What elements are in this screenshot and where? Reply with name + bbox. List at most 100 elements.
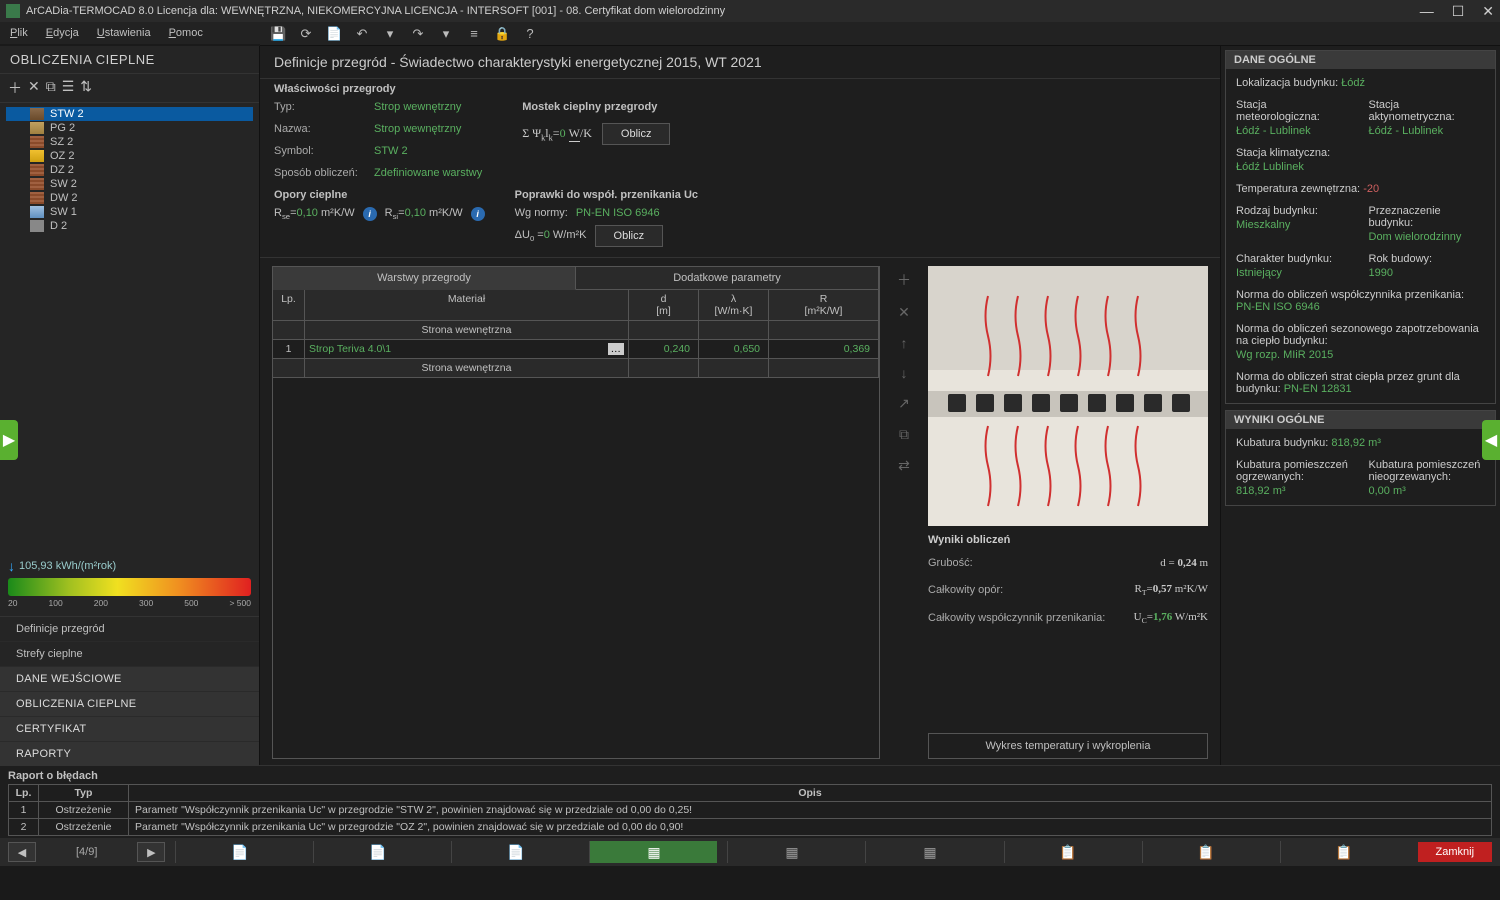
copy-icon[interactable]: ⧉ [46, 78, 56, 98]
sort-icon[interactable]: ⇅ [80, 78, 92, 98]
layer-row-1[interactable]: 1 Strop Teriva 4.0\1 … 0,240 0,650 0,369 [273, 340, 879, 359]
center-title: Definicje przegród - Świadectwo charakte… [260, 46, 1220, 79]
rse-value: Rse=0,10 m²K/W [274, 207, 355, 221]
right-panel: DANE OGÓLNE Lokalizacja budynku: Łódź St… [1220, 46, 1500, 767]
energy-scale: 20 100 200 300 500 > 500 [8, 598, 251, 608]
step-9-button[interactable]: 📋 [1280, 841, 1408, 863]
remove-icon[interactable]: ✕ [28, 78, 40, 98]
menu-file[interactable]: Plik [10, 27, 28, 39]
help-icon[interactable]: ? [522, 26, 538, 42]
pager-bar: ◀ [4/9] ▶ 📄 📄 📄 ▦ ▦ ▦ 📋 📋 📋 Zamknij [0, 838, 1500, 866]
add-layer-icon[interactable]: ＋ [897, 270, 911, 290]
layers-icon[interactable]: ≡ [466, 26, 482, 42]
tree-item-sw1[interactable]: SW 1 [6, 205, 253, 219]
partition-preview [928, 266, 1208, 526]
tab-extra[interactable]: Dodatkowe parametry [576, 267, 879, 290]
nazwa-value[interactable]: Strop wewnętrzny [374, 123, 461, 135]
browse-material-button[interactable]: … [608, 343, 625, 355]
typ-value[interactable]: Strop wewnętrzny [374, 101, 461, 113]
menu-edit[interactable]: Edycja [46, 27, 79, 39]
grubosc-label: Grubość: [928, 557, 1152, 569]
arrow-down-icon: ↓ [8, 558, 15, 574]
props-header: Właściwości przegrody [260, 79, 1220, 95]
step-3-button[interactable]: 📄 [451, 841, 579, 863]
nav-definicje[interactable]: Definicje przegród [0, 617, 259, 642]
error-row[interactable]: 2OstrzeżenieParametr "Współczynnik przen… [9, 819, 1492, 836]
oblicz-mostek-button[interactable]: Oblicz [602, 123, 671, 145]
nav-obliczenia[interactable]: OBLICZENIA CIEPLNE [0, 692, 259, 717]
wyniki-ogolne-header: WYNIKI OGÓLNE [1226, 411, 1495, 429]
document-icon[interactable]: 📄 [326, 26, 342, 42]
nav-strefy[interactable]: Strefy cieplne [0, 642, 259, 667]
step-5-button[interactable]: ▦ [727, 841, 855, 863]
tree-item-pg2[interactable]: PG 2 [6, 121, 253, 135]
lock-icon[interactable]: 🔒 [494, 26, 510, 42]
tree-icon[interactable]: ☰ [62, 78, 75, 98]
close-button[interactable]: ✕ [1482, 3, 1494, 20]
partition-tree: STW 2 PG 2 SZ 2 OZ 2 DZ 2 SW 2 DW 2 SW 1… [0, 103, 259, 550]
oblicz-uc-button[interactable]: Oblicz [595, 225, 664, 247]
layers-panel: Warstwy przegrody Dodatkowe parametry Lp… [272, 266, 880, 759]
layers-header: Lp. Materiał d[m] λ[W/m·K] R[m²K/W] [273, 290, 879, 321]
step-8-button[interactable]: 📋 [1142, 841, 1270, 863]
redo-icon[interactable]: ↷ [410, 26, 426, 42]
tree-item-oz2[interactable]: OZ 2 [6, 149, 253, 163]
next-page-button[interactable]: ▶ [137, 842, 165, 862]
undo-icon[interactable]: ↶ [354, 26, 370, 42]
refresh-icon[interactable]: ⟳ [298, 26, 314, 42]
tree-item-sz2[interactable]: SZ 2 [6, 135, 253, 149]
left-flap[interactable]: ▶ [0, 420, 18, 460]
info-icon[interactable]: i [471, 207, 485, 221]
chart-button[interactable]: Wykres temperatury i wykroplenia [928, 733, 1208, 759]
save-icon[interactable]: 💾 [270, 26, 286, 42]
symbol-value[interactable]: STW 2 [374, 145, 408, 157]
preview-panel: Wyniki obliczeń Grubość:d = 0,24 m Całko… [928, 266, 1208, 759]
nav-raporty[interactable]: RAPORTY [0, 742, 259, 767]
tree-item-dz2[interactable]: DZ 2 [6, 163, 253, 177]
step-4-button[interactable]: ▦ [589, 841, 717, 863]
move-down-icon[interactable]: ↓ [901, 365, 908, 381]
menu-help[interactable]: Pomoc [169, 27, 203, 39]
results-header: Wyniki obliczeń [928, 534, 1208, 546]
wgnormy-value[interactable]: PN-EN ISO 6946 [576, 207, 660, 219]
error-row[interactable]: 1OstrzeżenieParametr "Współczynnik przen… [9, 802, 1492, 819]
col-lp: Lp. [273, 290, 305, 320]
row-inner-bottom: Strona wewnętrzna [273, 359, 879, 378]
settings-layer-icon[interactable]: ⇄ [898, 457, 910, 474]
tree-item-sw2[interactable]: SW 2 [6, 177, 253, 191]
sposob-label: Sposób obliczeń: [274, 167, 364, 179]
tab-layers[interactable]: Warstwy przegrody [273, 267, 576, 290]
tree-item-dw2[interactable]: DW 2 [6, 191, 253, 205]
sposob-value[interactable]: Zdefiniowane warstwy [374, 167, 482, 179]
step-6-button[interactable]: ▦ [865, 841, 993, 863]
right-flap[interactable]: ◀ [1482, 420, 1500, 460]
nav-certyfikat[interactable]: CERTYFIKAT [0, 717, 259, 742]
info-icon[interactable]: i [363, 207, 377, 221]
titlebar: ArCADia-TERMOCAD 8.0 Licencja dla: WEWNĘ… [0, 0, 1500, 22]
maximize-button[interactable]: ☐ [1452, 3, 1465, 20]
add-icon[interactable]: ＋ [8, 78, 22, 98]
prev-page-button[interactable]: ◀ [8, 842, 36, 862]
library-icon[interactable]: ↗ [898, 395, 910, 412]
minimize-button[interactable]: ― [1420, 3, 1434, 20]
nav-dane[interactable]: DANE WEJŚCIOWE [0, 667, 259, 692]
close-app-button[interactable]: Zamknij [1418, 842, 1493, 862]
app-logo [6, 4, 20, 18]
undo-dropdown-icon[interactable]: ▾ [382, 26, 398, 42]
step-1-button[interactable]: 📄 [175, 841, 303, 863]
delete-layer-icon[interactable]: ✕ [898, 304, 910, 321]
redo-dropdown-icon[interactable]: ▾ [438, 26, 454, 42]
properties-block: Typ:Strop wewnętrzny Nazwa:Strop wewnętr… [260, 95, 1220, 185]
du-value: ΔU0 =0 W/m²K [515, 229, 587, 243]
move-up-icon[interactable]: ↑ [901, 335, 908, 351]
tree-item-d2[interactable]: D 2 [6, 219, 253, 233]
symbol-label: Symbol: [274, 145, 364, 157]
left-panel: OBLICZENIA CIEPLNE ＋ ✕ ⧉ ☰ ⇅ STW 2 PG 2 … [0, 46, 260, 767]
col-material: Materiał [305, 290, 629, 320]
step-7-button[interactable]: 📋 [1004, 841, 1132, 863]
tree-item-stw2[interactable]: STW 2 [6, 107, 253, 121]
step-2-button[interactable]: 📄 [313, 841, 441, 863]
copy-layer-icon[interactable]: ⧉ [899, 426, 909, 443]
menu-settings[interactable]: Ustawienia [97, 27, 151, 39]
page-indicator: [4/9] [46, 846, 127, 858]
